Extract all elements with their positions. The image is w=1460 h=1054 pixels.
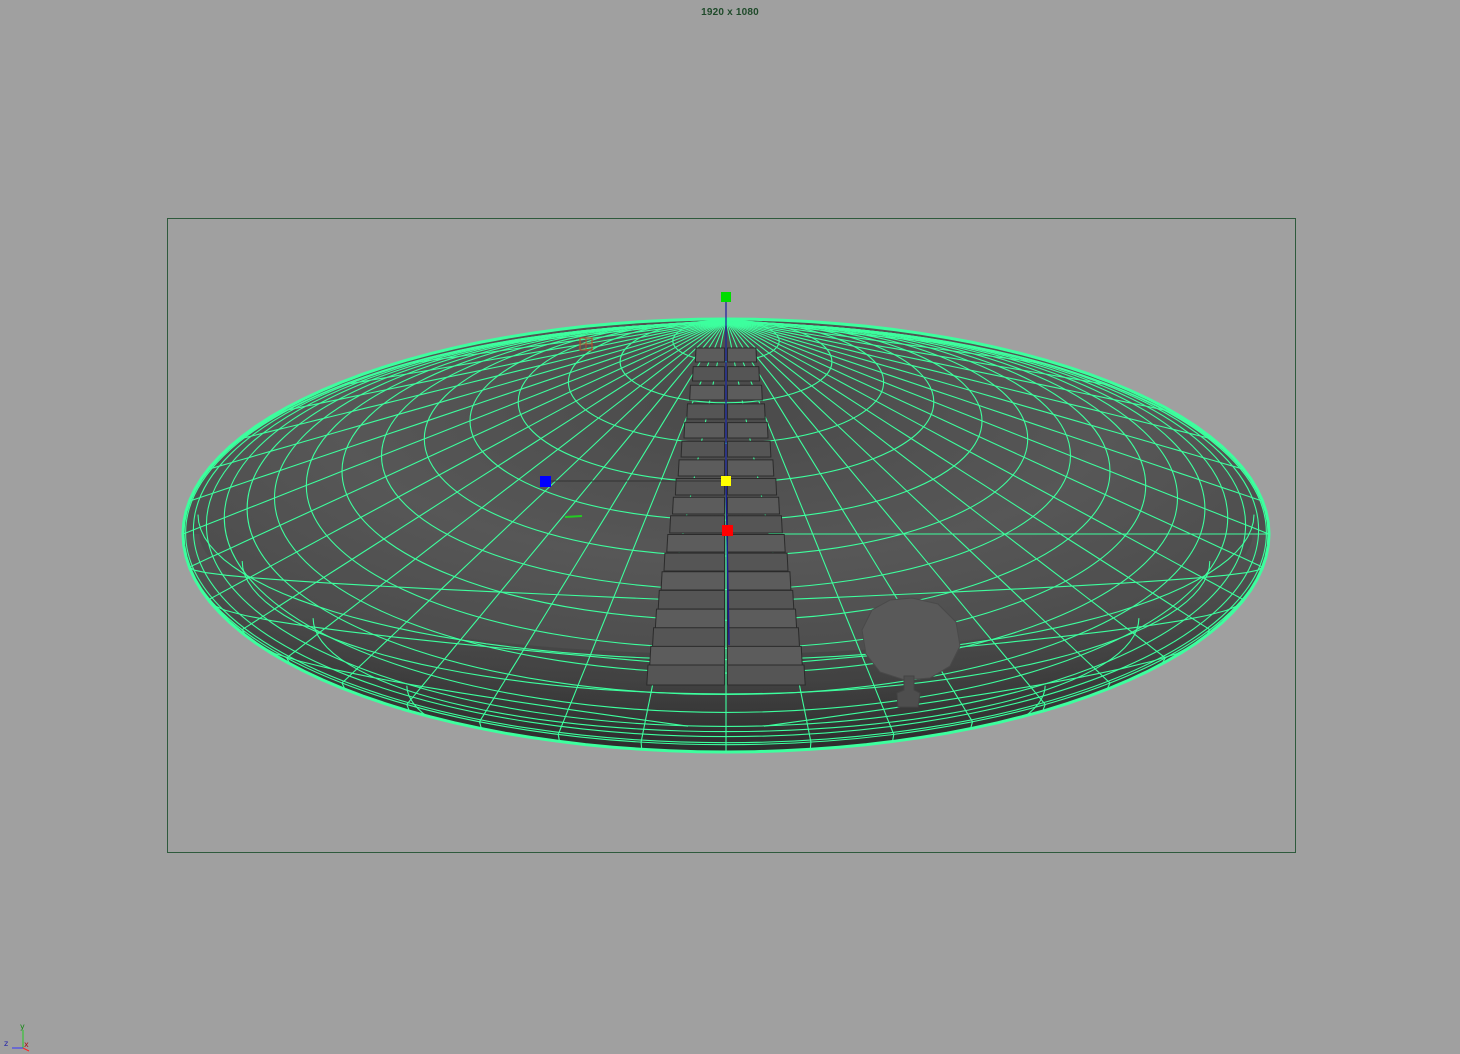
path-step (727, 384, 763, 401)
path-step (727, 347, 758, 363)
view-axis-indicator: z y x (4, 1022, 30, 1052)
lower-ring (518, 763, 934, 820)
path-step (727, 403, 766, 420)
x-axis-handle[interactable] (722, 525, 733, 536)
path-step (686, 403, 725, 420)
path-step (727, 459, 775, 477)
axis-y-label: y (20, 1022, 25, 1031)
path-step (727, 478, 778, 496)
path-step (663, 552, 725, 572)
path-step (727, 422, 769, 439)
center-handle[interactable] (721, 476, 731, 486)
path-step (646, 664, 725, 686)
path-step (727, 627, 801, 648)
path-step (727, 608, 798, 629)
path-step (689, 384, 725, 401)
path-step (671, 496, 725, 515)
3d-viewport[interactable]: 1920 x 1080 z y x (0, 0, 1460, 1054)
path-step (651, 627, 725, 648)
z-axis-handle[interactable] (540, 476, 551, 487)
path-step (680, 440, 725, 458)
path-step (727, 645, 803, 667)
path-step (660, 571, 725, 591)
path-step (727, 496, 781, 515)
path-step (727, 366, 761, 382)
path-step (694, 347, 725, 363)
path-step (657, 589, 725, 610)
scene-render[interactable] (0, 0, 1460, 1054)
path-step (727, 552, 789, 572)
path-step (691, 366, 725, 382)
path-step (727, 664, 806, 686)
path-step (727, 440, 772, 458)
path-step (666, 534, 725, 553)
path-step (669, 515, 725, 534)
axis-x-label: x (24, 1040, 29, 1049)
path-step (727, 589, 795, 610)
axis-z-label: z (4, 1039, 9, 1048)
y-axis-handle[interactable] (721, 292, 731, 302)
path-step (727, 515, 783, 534)
path-step (654, 608, 725, 629)
path-step (683, 422, 725, 439)
plane-handle[interactable] (564, 515, 583, 518)
path-step (649, 645, 725, 667)
path-step (727, 571, 792, 591)
path-step (727, 534, 786, 553)
path-step (677, 459, 725, 477)
